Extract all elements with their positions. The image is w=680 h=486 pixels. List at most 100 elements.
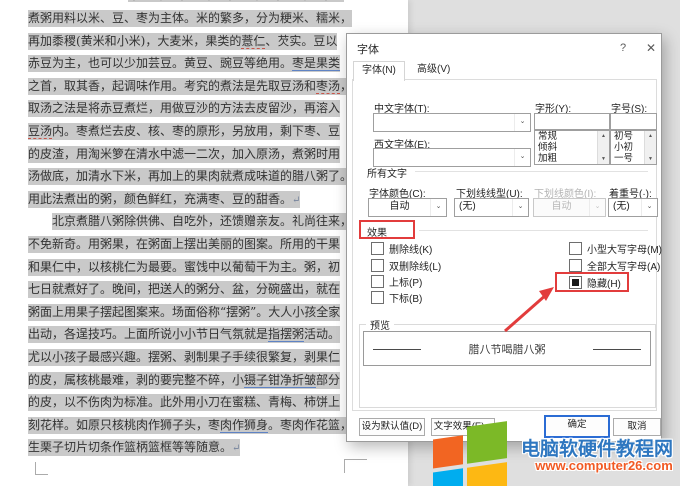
checkbox-icon[interactable] — [371, 259, 384, 272]
checkbox-icon[interactable] — [371, 275, 384, 288]
text-boundary-mark — [35, 462, 48, 475]
help-icon[interactable]: ? — [615, 40, 631, 56]
doc-text: 不免新奇。用粥果，在粥面上摆出美丽的图案。所用的干果 — [28, 237, 340, 251]
doc-line[interactable]: 取汤之法是将赤豆煮烂，用做豆沙的方法去皮留沙，再溶入 — [28, 97, 358, 120]
scrollbar[interactable]: ▲▼ — [644, 131, 656, 164]
doc-text: 部分 — [316, 373, 340, 387]
scroll-up-icon[interactable]: ▲ — [645, 131, 656, 141]
emphasis-mark-combo[interactable]: (无) ⌄ — [608, 198, 658, 217]
doc-line[interactable]: 的皮渣，用淘米箩在清水中滤一二次，加入原汤，煮粥时用 — [28, 143, 358, 166]
doc-line[interactable]: 的皮，以不伤肉为标准。此外用小刀在蜜糕、青梅、柿饼上 — [28, 391, 358, 414]
chinese-font-combo[interactable]: ⌄ — [373, 113, 531, 132]
western-font-value — [374, 149, 514, 166]
chinese-font-value — [374, 114, 514, 131]
highlight-rect-hidden — [555, 272, 629, 292]
doc-line[interactable]: 和果仁中，以核桃仁为最要。蜜饯中以葡萄干为主。粥，初 — [28, 256, 358, 279]
doc-line[interactable]: 赤豆为主，也可以少加芸豆。黄豆、豌豆等绝用。枣是果类 — [28, 52, 358, 75]
watermark: 电脑软硬件教程网 www.computer26.com — [425, 420, 680, 486]
checkbox-icon[interactable] — [569, 242, 582, 255]
doc-text: 生栗子切片切条作篮柄篮框等等随意。 — [28, 440, 232, 454]
doc-underlined-phrase: 豆汤 — [28, 124, 52, 139]
logo-orange-pane — [433, 435, 463, 468]
doc-text: 北京煮腊八粥除供佛、自吃外，还馈赠亲友。礼尚往来， — [52, 214, 352, 228]
doc-text: 七日就煮好了。晚间，把送人的粥分、盆，分碗盛出，就在 — [28, 282, 340, 296]
underline-style-combo[interactable]: (无) ⌄ — [454, 198, 529, 217]
doc-line[interactable]: 不免新奇。用粥果，在粥面上摆出美丽的图案。所用的干果 — [28, 233, 358, 256]
doc-underlined-phrase: 指摆粥 — [268, 327, 304, 342]
checkbox-label: 双删除线(L) — [389, 262, 441, 273]
doc-underlined-phrase: 枣汤 — [316, 79, 340, 94]
doc-line[interactable]: 刻花样。如原只核桃肉作狮子头，枣肉作狮身。枣肉作花篮， — [28, 414, 358, 437]
doc-text: 的皮渣，用淘米箩在清水中滤一二次，加入原汤，煮粥时用 — [28, 147, 340, 161]
doc-line[interactable]: 出动，各逞技巧。上面所说小小节日气氛就是指摆粥活动。 — [28, 323, 358, 346]
underline-color-combo: 自动 ⌄ — [533, 198, 606, 217]
emphasis-mark-value: (无) — [609, 199, 641, 216]
chevron-down-icon[interactable]: ⌄ — [641, 199, 657, 216]
doc-text: 的皮，属核桃最难，剥的要完整不碎，小 — [28, 373, 244, 387]
doc-text: 和果仁中，以核桃仁为最要。蜜饯中以葡萄干为主。粥，初 — [28, 260, 340, 274]
font-color-value: 自动 — [369, 199, 430, 216]
effect-checkbox-下标[interactable]: 下标(B) — [371, 291, 422, 304]
chevron-down-icon[interactable]: ⌄ — [514, 114, 530, 131]
doc-line[interactable]: 北京煮腊八粥除供佛、自吃外，还馈赠亲友。礼尚往来， — [28, 210, 382, 233]
doc-underlined-phrase: 薏仁 — [241, 34, 265, 49]
font-color-combo[interactable]: 自动 ⌄ — [368, 198, 447, 217]
paragraph-mark-icon: ↵ — [292, 195, 300, 206]
font-size-list[interactable]: 初号小初一号▲▼ — [610, 130, 657, 165]
doc-line[interactable]: 煮粥用料以米、豆、枣为主体。米的繁多，分为粳米、糯米， — [28, 7, 358, 30]
preview-group-label: 预览 — [366, 317, 394, 332]
doc-line-clipped[interactable]: 米豆枣粥米豆枣粥米豆枣粥米豆枣粥米豆 — [128, 0, 373, 6]
checkbox-icon[interactable] — [371, 242, 384, 255]
chevron-down-icon: ⌄ — [589, 199, 605, 216]
doc-text: 活动。 — [304, 327, 340, 341]
doc-text: 。枣肉作花篮， — [268, 418, 352, 432]
logo-blue-pane — [433, 468, 463, 486]
underline-style-value: (无) — [455, 199, 512, 216]
preview-sample-text: 腊八节喝腊八粥 — [364, 341, 650, 357]
set-as-default-button[interactable]: 设为默认值(D) — [359, 418, 425, 436]
tab-advanced[interactable]: 高级(V) — [409, 61, 458, 79]
doc-text: 煮粥用料以米、豆、枣为主体。米的繁多，分为粳米、糯米， — [28, 11, 352, 25]
chevron-down-icon[interactable]: ⌄ — [514, 149, 530, 166]
scrollbar[interactable]: ▲▼ — [597, 131, 609, 164]
chevron-down-icon[interactable]: ⌄ — [430, 199, 446, 216]
tab-font[interactable]: 字体(N) — [353, 61, 405, 81]
chevron-down-icon[interactable]: ⌄ — [512, 199, 528, 216]
paragraph-mark-icon: ↵ — [232, 443, 240, 454]
checkbox-label: 删除线(K) — [389, 245, 432, 256]
doc-text: 粥面上用果子摆起图案来。场面俗称“摆粥”。大人小孩全家 — [28, 305, 340, 319]
doc-line[interactable]: 七日就煮好了。晚间，把送人的粥分、盆，分碗盛出，就在 — [28, 278, 358, 301]
document-text-area[interactable]: 米豆枣粥米豆枣粥米豆枣粥米豆枣粥米豆煮粥用料以米、豆、枣为主体。米的繁多，分为粳… — [28, 0, 358, 486]
close-icon[interactable]: ✕ — [643, 40, 659, 56]
doc-line[interactable]: 再加黍稷(黄米和小米)，大麦米，果类的薏仁、芡实。豆以 — [28, 30, 358, 53]
word-app: 米豆枣粥米豆枣粥米豆枣粥米豆枣粥米豆煮粥用料以米、豆、枣为主体。米的繁多，分为粳… — [0, 0, 680, 486]
doc-line[interactable]: 用此法煮出的粥，颜色鲜红，充满枣、豆的甜香。↵ — [28, 188, 358, 211]
effect-checkbox-双删除线[interactable]: 双删除线(L) — [371, 259, 441, 272]
doc-line[interactable]: 生栗子切片切条作篮柄篮框等等随意。↵ — [28, 436, 358, 459]
scroll-up-icon[interactable]: ▲ — [598, 131, 609, 141]
doc-underlined-phrase: 镊子钳净折皱 — [244, 373, 316, 388]
checkbox-icon[interactable] — [371, 291, 384, 304]
font-style-field[interactable] — [534, 113, 610, 130]
font-size-field[interactable] — [610, 113, 657, 130]
doc-text: 、芡实。豆以 — [265, 34, 337, 48]
scroll-down-icon[interactable]: ▼ — [598, 154, 609, 164]
effect-checkbox-小型大写字母[interactable]: 小型大写字母(M) — [569, 242, 662, 255]
scroll-down-icon[interactable]: ▼ — [645, 154, 656, 164]
doc-text: 刻花样。如原只核桃肉作狮子头，枣 — [28, 418, 220, 432]
doc-text: 的皮，以不伤肉为标准。此外用小刀在蜜糕、青梅、柿饼上 — [28, 395, 340, 409]
checkbox-icon[interactable] — [569, 259, 582, 272]
effect-checkbox-删除线[interactable]: 删除线(K) — [371, 242, 432, 255]
logo-green-pane — [467, 421, 507, 464]
effect-checkbox-全部大写字母[interactable]: 全部大写字母(A) — [569, 259, 660, 272]
doc-line[interactable]: 汤做底，加清水下米，再加上的果肉就煮成味道的腊八粥了。 — [28, 165, 358, 188]
doc-line[interactable]: 的皮，属核桃最难，剥的要完整不碎，小镊子钳净折皱部分 — [28, 369, 358, 392]
doc-line[interactable]: 豆汤内。枣煮烂去皮、核、枣的原形，另放用，剩下枣、豆 — [28, 120, 358, 143]
font-style-list[interactable]: 常规倾斜加粗▲▼ — [534, 130, 610, 165]
doc-line[interactable]: 尤以小孩子最感兴趣。摆粥、剥制果子手续很繁复，剥果仁 — [28, 346, 358, 369]
doc-line[interactable]: 之首，取其香，起调味作用。考究的煮法是先取豆汤和枣汤， — [28, 75, 358, 98]
doc-line[interactable]: 粥面上用果子摆起图案来。场面俗称“摆粥”。大人小孩全家 — [28, 301, 358, 324]
effect-checkbox-上标[interactable]: 上标(P) — [371, 275, 422, 288]
windows-logo-icon — [433, 421, 511, 486]
doc-text: 之首，取其香，起调味作用。考究的煮法是先取豆汤和 — [28, 79, 316, 93]
